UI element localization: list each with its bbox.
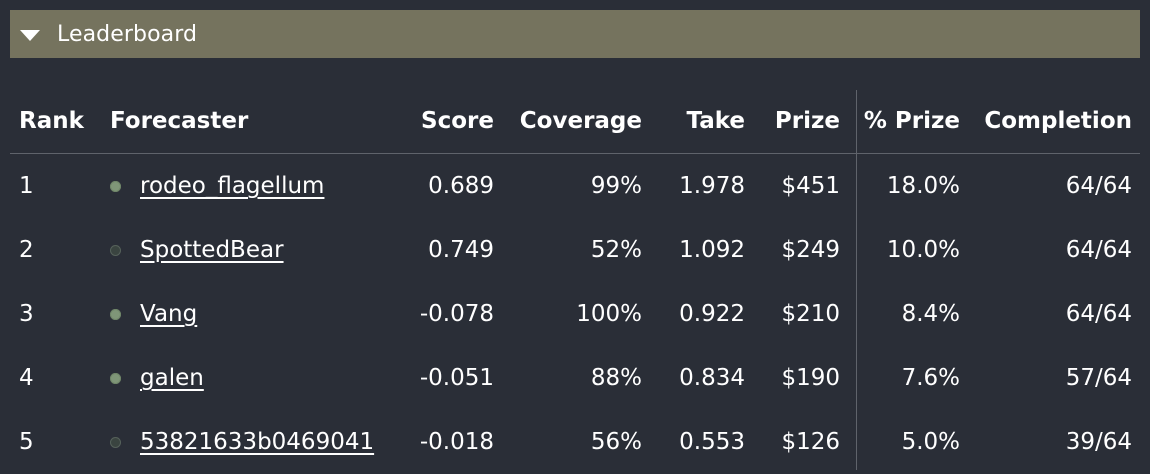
cell-pct-prize: 8.4% xyxy=(901,301,960,327)
table-body: 1 rodeo_flagellum 0.689 99% 1.978 $451 18.0% 64… xyxy=(10,154,1140,474)
cell-prize: $249 xyxy=(781,237,840,263)
cell-rank: 5 xyxy=(19,429,34,455)
cell-pct-prize: 5.0% xyxy=(901,429,960,455)
cell-coverage: 100% xyxy=(576,301,642,327)
forecaster-link[interactable]: SpottedBear xyxy=(140,218,284,282)
cell-completion: 57/64 xyxy=(1065,365,1132,391)
cell-take: 1.978 xyxy=(679,173,745,199)
cell-prize: $210 xyxy=(781,301,840,327)
cell-completion: 64/64 xyxy=(1065,173,1132,199)
header-take: Take xyxy=(686,108,745,134)
forecaster-wrap: galen xyxy=(110,346,204,410)
cell-coverage: 99% xyxy=(590,173,642,199)
table-row: 2 SpottedBear 0.749 52% 1.092 $249 10.0% 64/64 xyxy=(10,218,1140,282)
header-completion: Completion xyxy=(984,108,1132,134)
status-dot-icon xyxy=(110,308,121,320)
header-score: Score xyxy=(421,108,494,134)
cell-prize: $451 xyxy=(781,173,840,199)
cell-pct-prize: 7.6% xyxy=(901,365,960,391)
cell-coverage: 56% xyxy=(590,429,642,455)
cell-score: 0.689 xyxy=(428,173,494,199)
cell-rank: 1 xyxy=(19,173,34,199)
cell-rank: 3 xyxy=(19,301,34,327)
cell-forecaster: Vang xyxy=(110,282,197,346)
cell-completion: 64/64 xyxy=(1065,237,1132,263)
cell-prize: $190 xyxy=(781,365,840,391)
caret-down-icon xyxy=(20,29,40,41)
forecaster-wrap: rodeo_flagellum xyxy=(110,154,324,218)
cell-forecaster: 53821633b0469041 xyxy=(110,410,374,474)
cell-take: 0.922 xyxy=(679,301,745,327)
forecaster-link[interactable]: 53821633b0469041 xyxy=(140,410,374,474)
table-header-row: Rank Forecaster Score Coverage Take Priz… xyxy=(10,90,1140,154)
cell-forecaster: rodeo_flagellum xyxy=(110,154,324,218)
cell-completion: 39/64 xyxy=(1065,429,1132,455)
forecaster-link[interactable]: Vang xyxy=(140,282,197,346)
cell-pct-prize: 10.0% xyxy=(886,237,960,263)
header-coverage: Coverage xyxy=(519,108,642,134)
cell-score: -0.078 xyxy=(419,301,494,327)
status-dot-icon xyxy=(110,436,121,448)
header-forecaster: Forecaster xyxy=(110,108,249,134)
forecaster-link[interactable]: galen xyxy=(140,346,204,410)
table-row: 1 rodeo_flagellum 0.689 99% 1.978 $451 18.0% 64… xyxy=(10,154,1140,218)
cell-score: -0.051 xyxy=(419,365,494,391)
cell-score: 0.749 xyxy=(428,237,494,263)
forecaster-link[interactable]: rodeo_flagellum xyxy=(140,154,324,218)
header-pct-prize: % Prize xyxy=(863,108,960,134)
cell-take: 0.553 xyxy=(679,429,745,455)
cell-rank: 2 xyxy=(19,237,34,263)
cell-coverage: 88% xyxy=(590,365,642,391)
cell-pct-prize: 18.0% xyxy=(886,173,960,199)
table-row: 4 galen -0.051 88% 0.834 $190 7.6% 57/64 xyxy=(10,346,1140,410)
leaderboard-table: Rank Forecaster Score Coverage Take Priz… xyxy=(10,90,1140,474)
status-dot-icon xyxy=(110,372,121,384)
forecaster-wrap: 53821633b0469041 xyxy=(110,410,374,474)
table-row: 5 53821633b0469041 -0.018 56% 0.553 $126 5.0% 3… xyxy=(10,410,1140,474)
cell-take: 0.834 xyxy=(679,365,745,391)
cell-completion: 64/64 xyxy=(1065,301,1132,327)
table-row: 3 Vang -0.078 100% 0.922 $210 8.4% 64/64 xyxy=(10,282,1140,346)
cell-rank: 4 xyxy=(19,365,34,391)
forecaster-wrap: SpottedBear xyxy=(110,218,284,282)
leaderboard-toggle[interactable]: Leaderboard xyxy=(10,10,1140,58)
forecaster-wrap: Vang xyxy=(110,282,197,346)
cell-prize: $126 xyxy=(781,429,840,455)
status-dot-icon xyxy=(110,244,121,256)
header-rank: Rank xyxy=(19,108,84,134)
panel-title: Leaderboard xyxy=(57,21,198,47)
cell-coverage: 52% xyxy=(590,237,642,263)
cell-take: 1.092 xyxy=(679,237,745,263)
cell-score: -0.018 xyxy=(419,429,494,455)
cell-forecaster: galen xyxy=(110,346,204,410)
status-dot-icon xyxy=(110,180,121,192)
cell-forecaster: SpottedBear xyxy=(110,218,284,282)
header-prize: Prize xyxy=(774,108,840,134)
